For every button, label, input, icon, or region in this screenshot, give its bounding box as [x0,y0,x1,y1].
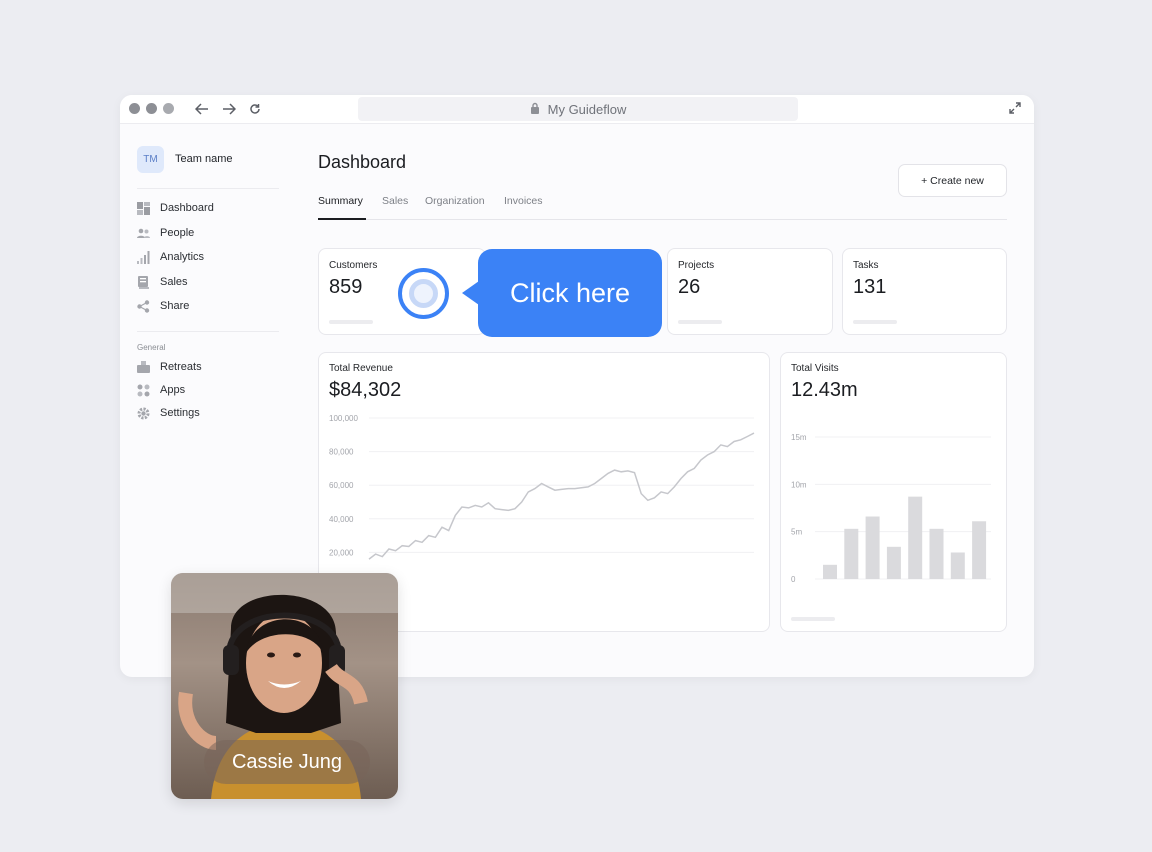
tab-invoices[interactable]: Invoices [504,195,543,207]
visits-bar [929,528,944,579]
forward-arrow-icon[interactable] [220,99,238,119]
visits-bar-chart: 15m 10m 5m 0 [791,433,991,584]
tasks-card[interactable]: Tasks 131 [842,248,1007,335]
stat-value: 131 [853,276,887,298]
sidebar-item-label: Sales [160,276,188,288]
visits-bar [972,521,987,579]
sidebar-item-label: Dashboard [160,202,214,214]
share-icon [137,299,150,313]
sidebar-item-share[interactable]: Share [137,297,189,315]
stat-label: Projects [678,260,715,271]
team-name[interactable]: Team name [175,153,232,165]
y-tick-label: 40,000 [329,515,354,524]
window-maximize-dot[interactable] [163,103,174,114]
y-tick-label: 100,000 [329,414,358,423]
hotspot-beacon-inner [409,279,438,308]
dashboard-icon [137,201,150,215]
browser-toolbar: My Guideflow [120,95,1034,124]
settings-icon [137,407,150,420]
back-arrow-icon[interactable] [193,99,211,119]
stat-placeholder-bar [678,320,722,324]
visits-bar [950,552,965,579]
visits-bar [865,516,880,579]
y-tick-label: 0 [791,575,796,584]
stat-placeholder-bar [791,617,835,621]
sidebar-item-label: Retreats [160,361,202,373]
main-content: Dashboard + Create new Summary Sales Org… [318,124,1008,677]
tab-organization[interactable]: Organization [425,195,485,207]
y-tick-label: 20,000 [329,548,354,557]
total-visits-card: Total Visits 12.43m 15m 10m 5m 0 [780,352,1007,632]
stat-value: 859 [329,276,363,298]
address-bar[interactable]: My Guideflow [358,97,798,121]
sidebar-item-apps[interactable]: Apps [137,381,185,399]
retreats-icon [137,361,150,374]
stat-value: 26 [678,276,701,298]
sidebar-item-dashboard[interactable]: Dashboard [137,199,214,217]
presenter-name: Cassie Jung [204,740,370,784]
sidebar-item-label: Settings [160,407,200,419]
projects-card[interactable]: Projects 26 [667,248,833,335]
sidebar-item-label: Apps [160,384,186,396]
y-tick-label: 60,000 [329,481,354,490]
visits-label: Total Visits [791,363,839,374]
sidebar-item-retreats[interactable]: Retreats [137,358,202,376]
stat-label: Tasks [853,260,879,271]
hotspot-beacon[interactable] [398,268,449,319]
page-title: Dashboard [318,152,407,172]
sidebar-item-label: Share [160,300,190,312]
y-tick-label: 10m [791,480,807,489]
window-close-dot[interactable] [129,103,140,114]
tab-sales[interactable]: Sales [382,195,408,207]
presenter-video-card: Cassie Jung [171,573,398,799]
tab-summary[interactable]: Summary [318,195,363,207]
sidebar-divider [137,188,279,189]
address-bar-title: My Guideflow [547,101,627,117]
sidebar-item-label: Analytics [160,251,205,263]
people-icon [137,227,150,240]
sidebar-item-people[interactable]: People [137,224,194,242]
y-tick-label: 80,000 [329,448,354,457]
lock-icon [530,102,540,117]
visits-bar [908,496,923,579]
sidebar-item-sales[interactable]: Sales [137,273,188,291]
revenue-label: Total Revenue [329,363,393,374]
stat-placeholder-bar [853,320,897,324]
callout-pointer [462,281,479,305]
sidebar-item-settings[interactable]: Settings [137,404,200,422]
sales-icon [137,275,150,289]
stat-label: Customers [329,260,378,271]
sidebar-item-label: People [160,227,195,239]
window-minimize-dot[interactable] [146,103,157,114]
analytics-icon [137,250,150,264]
stat-placeholder-bar [329,320,373,324]
expand-icon[interactable] [1008,101,1022,120]
sidebar-section-label: General [137,343,166,352]
sidebar-item-analytics[interactable]: Analytics [137,248,204,266]
active-tab-indicator [318,218,366,220]
y-tick-label: 5m [791,528,802,537]
revenue-value: $84,302 [329,379,402,401]
apps-icon [137,384,150,397]
visits-bar [886,546,901,579]
y-tick-label: 15m [791,433,807,442]
reload-icon[interactable] [246,99,264,119]
visits-bar [844,528,859,579]
sidebar-divider [137,331,279,332]
visits-value: 12.43m [791,379,858,401]
team-avatar[interactable]: TM [137,146,164,173]
click-here-callout[interactable]: Click here [478,249,662,337]
tab-bar: Summary Sales Organization Invoices [318,190,1007,220]
visits-bar [823,564,837,579]
